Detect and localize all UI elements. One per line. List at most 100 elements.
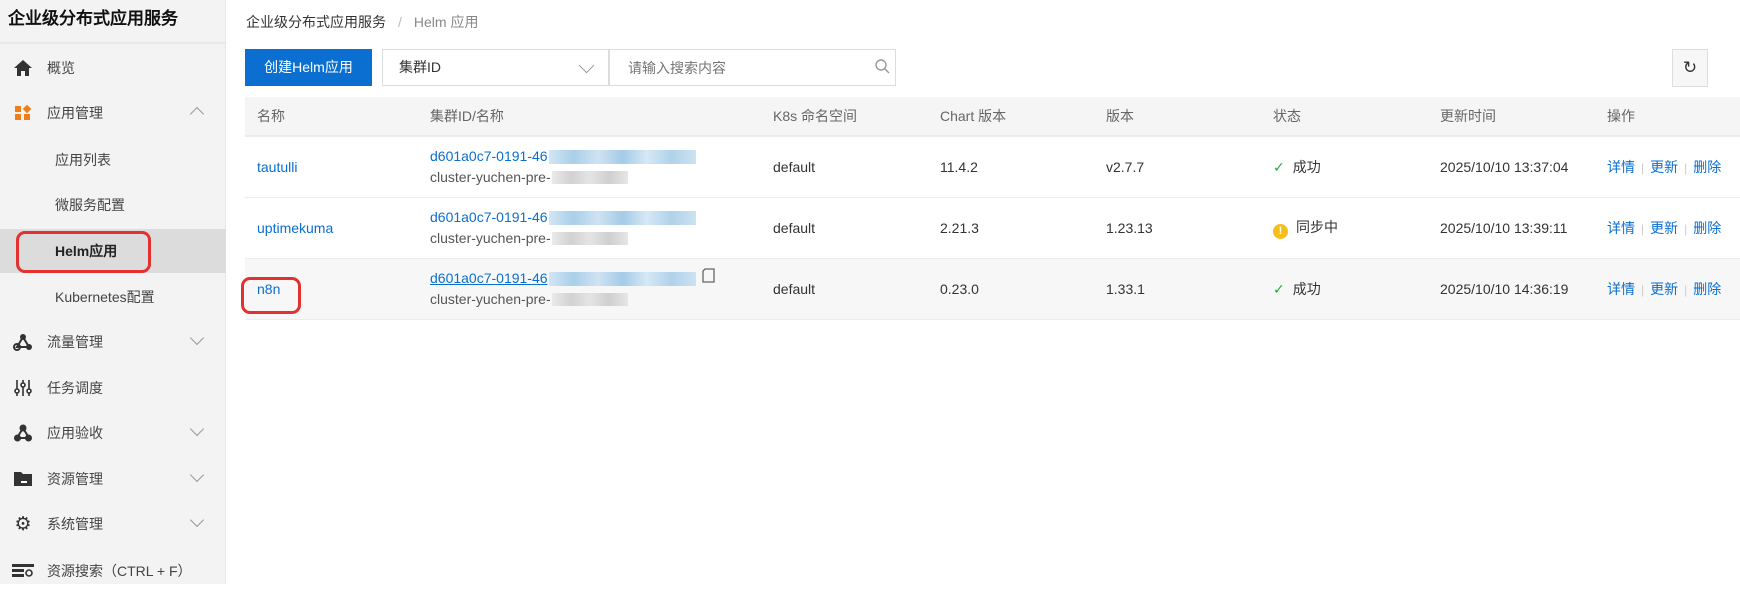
chevron-down-icon — [189, 421, 205, 437]
column-header: 状态 — [1273, 108, 1301, 124]
sidebar: 企业级分布式应用服务 概览 应用管理 应用列表 微服务配置 Helm应用 Kub… — [0, 0, 226, 584]
cluster-id-link[interactable]: d601a0c7-0191-46 — [430, 146, 548, 167]
status: ✓ 成功 — [1273, 279, 1321, 299]
namespace: default — [773, 159, 816, 175]
cluster-cell: d601a0c7-0191-46 cluster-yuchen-pre- — [430, 146, 696, 188]
namespace: default — [773, 220, 816, 236]
table-row: tautulli d601a0c7-0191-46 cluster-yuchen… — [245, 137, 1740, 198]
separator: | — [1684, 161, 1688, 175]
redacted-text — [551, 171, 628, 184]
sidebar-item-label: 系统管理 — [47, 516, 103, 532]
chart-version: 11.4.2 — [940, 159, 978, 175]
delete-link[interactable]: 删除 — [1693, 281, 1721, 297]
gear-icon: ⚙ — [14, 513, 32, 535]
sidebar-item-kubernetes-config[interactable]: Kubernetes配置 — [0, 275, 226, 319]
status-text: 成功 — [1292, 281, 1321, 297]
sidebar-item-label: 资源搜索（CTRL + F） — [47, 563, 192, 579]
chart-version: 2.21.3 — [940, 220, 979, 236]
row-actions: 详情 | 更新 | 删除 — [1607, 218, 1721, 238]
column-header: 名称 — [257, 108, 285, 124]
namespace: default — [773, 281, 816, 297]
redacted-text — [551, 232, 628, 245]
separator: | — [1684, 283, 1688, 297]
delete-link[interactable]: 删除 — [1693, 159, 1721, 175]
column-header: K8s 命名空间 — [773, 108, 858, 124]
cluster-id-link[interactable]: d601a0c7-0191-46 — [430, 268, 548, 289]
status-text: 成功 — [1292, 159, 1321, 175]
chevron-down-icon — [189, 330, 205, 346]
app-version: v2.7.7 — [1106, 159, 1145, 175]
search-input[interactable] — [609, 49, 896, 86]
sidebar-item-app-management[interactable]: 应用管理 — [0, 91, 226, 135]
redacted-text — [551, 293, 628, 306]
detail-link[interactable]: 详情 — [1607, 159, 1635, 175]
sidebar-item-resources[interactable]: 资源管理 — [0, 457, 226, 501]
breadcrumb-separator: / — [398, 14, 402, 30]
cluster-id-select[interactable]: 集群ID — [382, 49, 609, 86]
chevron-down-icon — [189, 467, 205, 483]
delete-link[interactable]: 删除 — [1693, 220, 1721, 236]
highlight-box — [241, 277, 301, 314]
cluster-cell: d601a0c7-0191-46 cluster-yuchen-pre- — [430, 268, 716, 310]
sidebar-item-label: 概览 — [47, 60, 75, 76]
row-actions: 详情 | 更新 | 删除 — [1607, 279, 1721, 299]
copy-icon[interactable] — [696, 268, 716, 289]
sidebar-item-label: 微服务配置 — [55, 197, 125, 213]
redacted-text — [548, 210, 696, 225]
traffic-icon — [12, 331, 34, 353]
breadcrumb-current: Helm 应用 — [413, 14, 479, 30]
cluster-cell: d601a0c7-0191-46 cluster-yuchen-pre- — [430, 207, 696, 249]
updated-time: 2025/10/10 13:39:11 — [1440, 220, 1568, 236]
home-icon — [12, 57, 34, 79]
redacted-text — [548, 149, 696, 164]
status: ✓ 成功 — [1273, 157, 1321, 177]
column-header: Chart 版本 — [940, 108, 1007, 124]
chevron-down-icon — [578, 57, 595, 74]
status: ! 同步中 — [1273, 217, 1338, 239]
chevron-down-icon — [189, 512, 205, 528]
cluster-id-link[interactable]: d601a0c7-0191-46 — [430, 207, 548, 228]
refresh-icon: ↻ — [1682, 58, 1698, 77]
sidebar-item-overview[interactable]: 概览 — [0, 46, 226, 90]
update-link[interactable]: 更新 — [1650, 159, 1678, 175]
update-link[interactable]: 更新 — [1650, 220, 1678, 236]
updated-time: 2025/10/10 14:36:19 — [1440, 281, 1569, 297]
sliders-icon — [12, 377, 34, 399]
sidebar-item-traffic[interactable]: 流量管理 — [0, 320, 226, 364]
cluster-name: cluster-yuchen-pre- — [430, 230, 551, 246]
highlight-box — [16, 231, 151, 273]
updated-time: 2025/10/10 13:37:04 — [1440, 159, 1569, 175]
update-link[interactable]: 更新 — [1650, 281, 1678, 297]
create-helm-app-button[interactable]: 创建Helm应用 — [245, 49, 372, 86]
breadcrumb-root[interactable]: 企业级分布式应用服务 — [246, 14, 386, 30]
redacted-text — [548, 271, 696, 286]
sidebar-item-resource-search[interactable]: 资源搜索（CTRL + F） — [0, 549, 226, 593]
sidebar-item-label: 应用管理 — [47, 105, 103, 121]
check-icon: ✓ — [1273, 281, 1285, 297]
row-actions: 详情 | 更新 | 删除 — [1607, 157, 1721, 177]
app-title: 企业级分布式应用服务 — [0, 0, 225, 44]
separator: | — [1684, 222, 1688, 236]
sidebar-item-label: 应用验收 — [47, 425, 103, 441]
app-version: 1.23.13 — [1106, 220, 1153, 236]
search-icon[interactable] — [874, 58, 890, 79]
sidebar-item-label: 应用列表 — [55, 152, 111, 168]
select-value: 集群ID — [399, 59, 441, 75]
sidebar-item-microservice-config[interactable]: 微服务配置 — [0, 183, 226, 227]
sidebar-item-system[interactable]: ⚙ 系统管理 — [0, 502, 226, 546]
status-text: 同步中 — [1296, 219, 1338, 235]
chart-version: 0.23.0 — [940, 281, 979, 297]
refresh-button[interactable]: ↻ — [1672, 49, 1708, 87]
sidebar-item-acceptance[interactable]: 应用验收 — [0, 411, 226, 455]
app-name-link[interactable]: tautulli — [257, 159, 297, 175]
detail-link[interactable]: 详情 — [1607, 220, 1635, 236]
sidebar-item-task-scheduling[interactable]: 任务调度 — [0, 366, 226, 410]
separator: | — [1641, 283, 1645, 297]
cluster-name: cluster-yuchen-pre- — [430, 291, 551, 307]
sidebar-item-app-list[interactable]: 应用列表 — [0, 138, 226, 182]
detail-link[interactable]: 详情 — [1607, 281, 1635, 297]
separator: | — [1641, 161, 1645, 175]
sidebar-item-label: Kubernetes配置 — [55, 289, 155, 305]
app-name-link[interactable]: uptimekuma — [257, 220, 333, 236]
sidebar-item-label: 资源管理 — [47, 471, 103, 487]
